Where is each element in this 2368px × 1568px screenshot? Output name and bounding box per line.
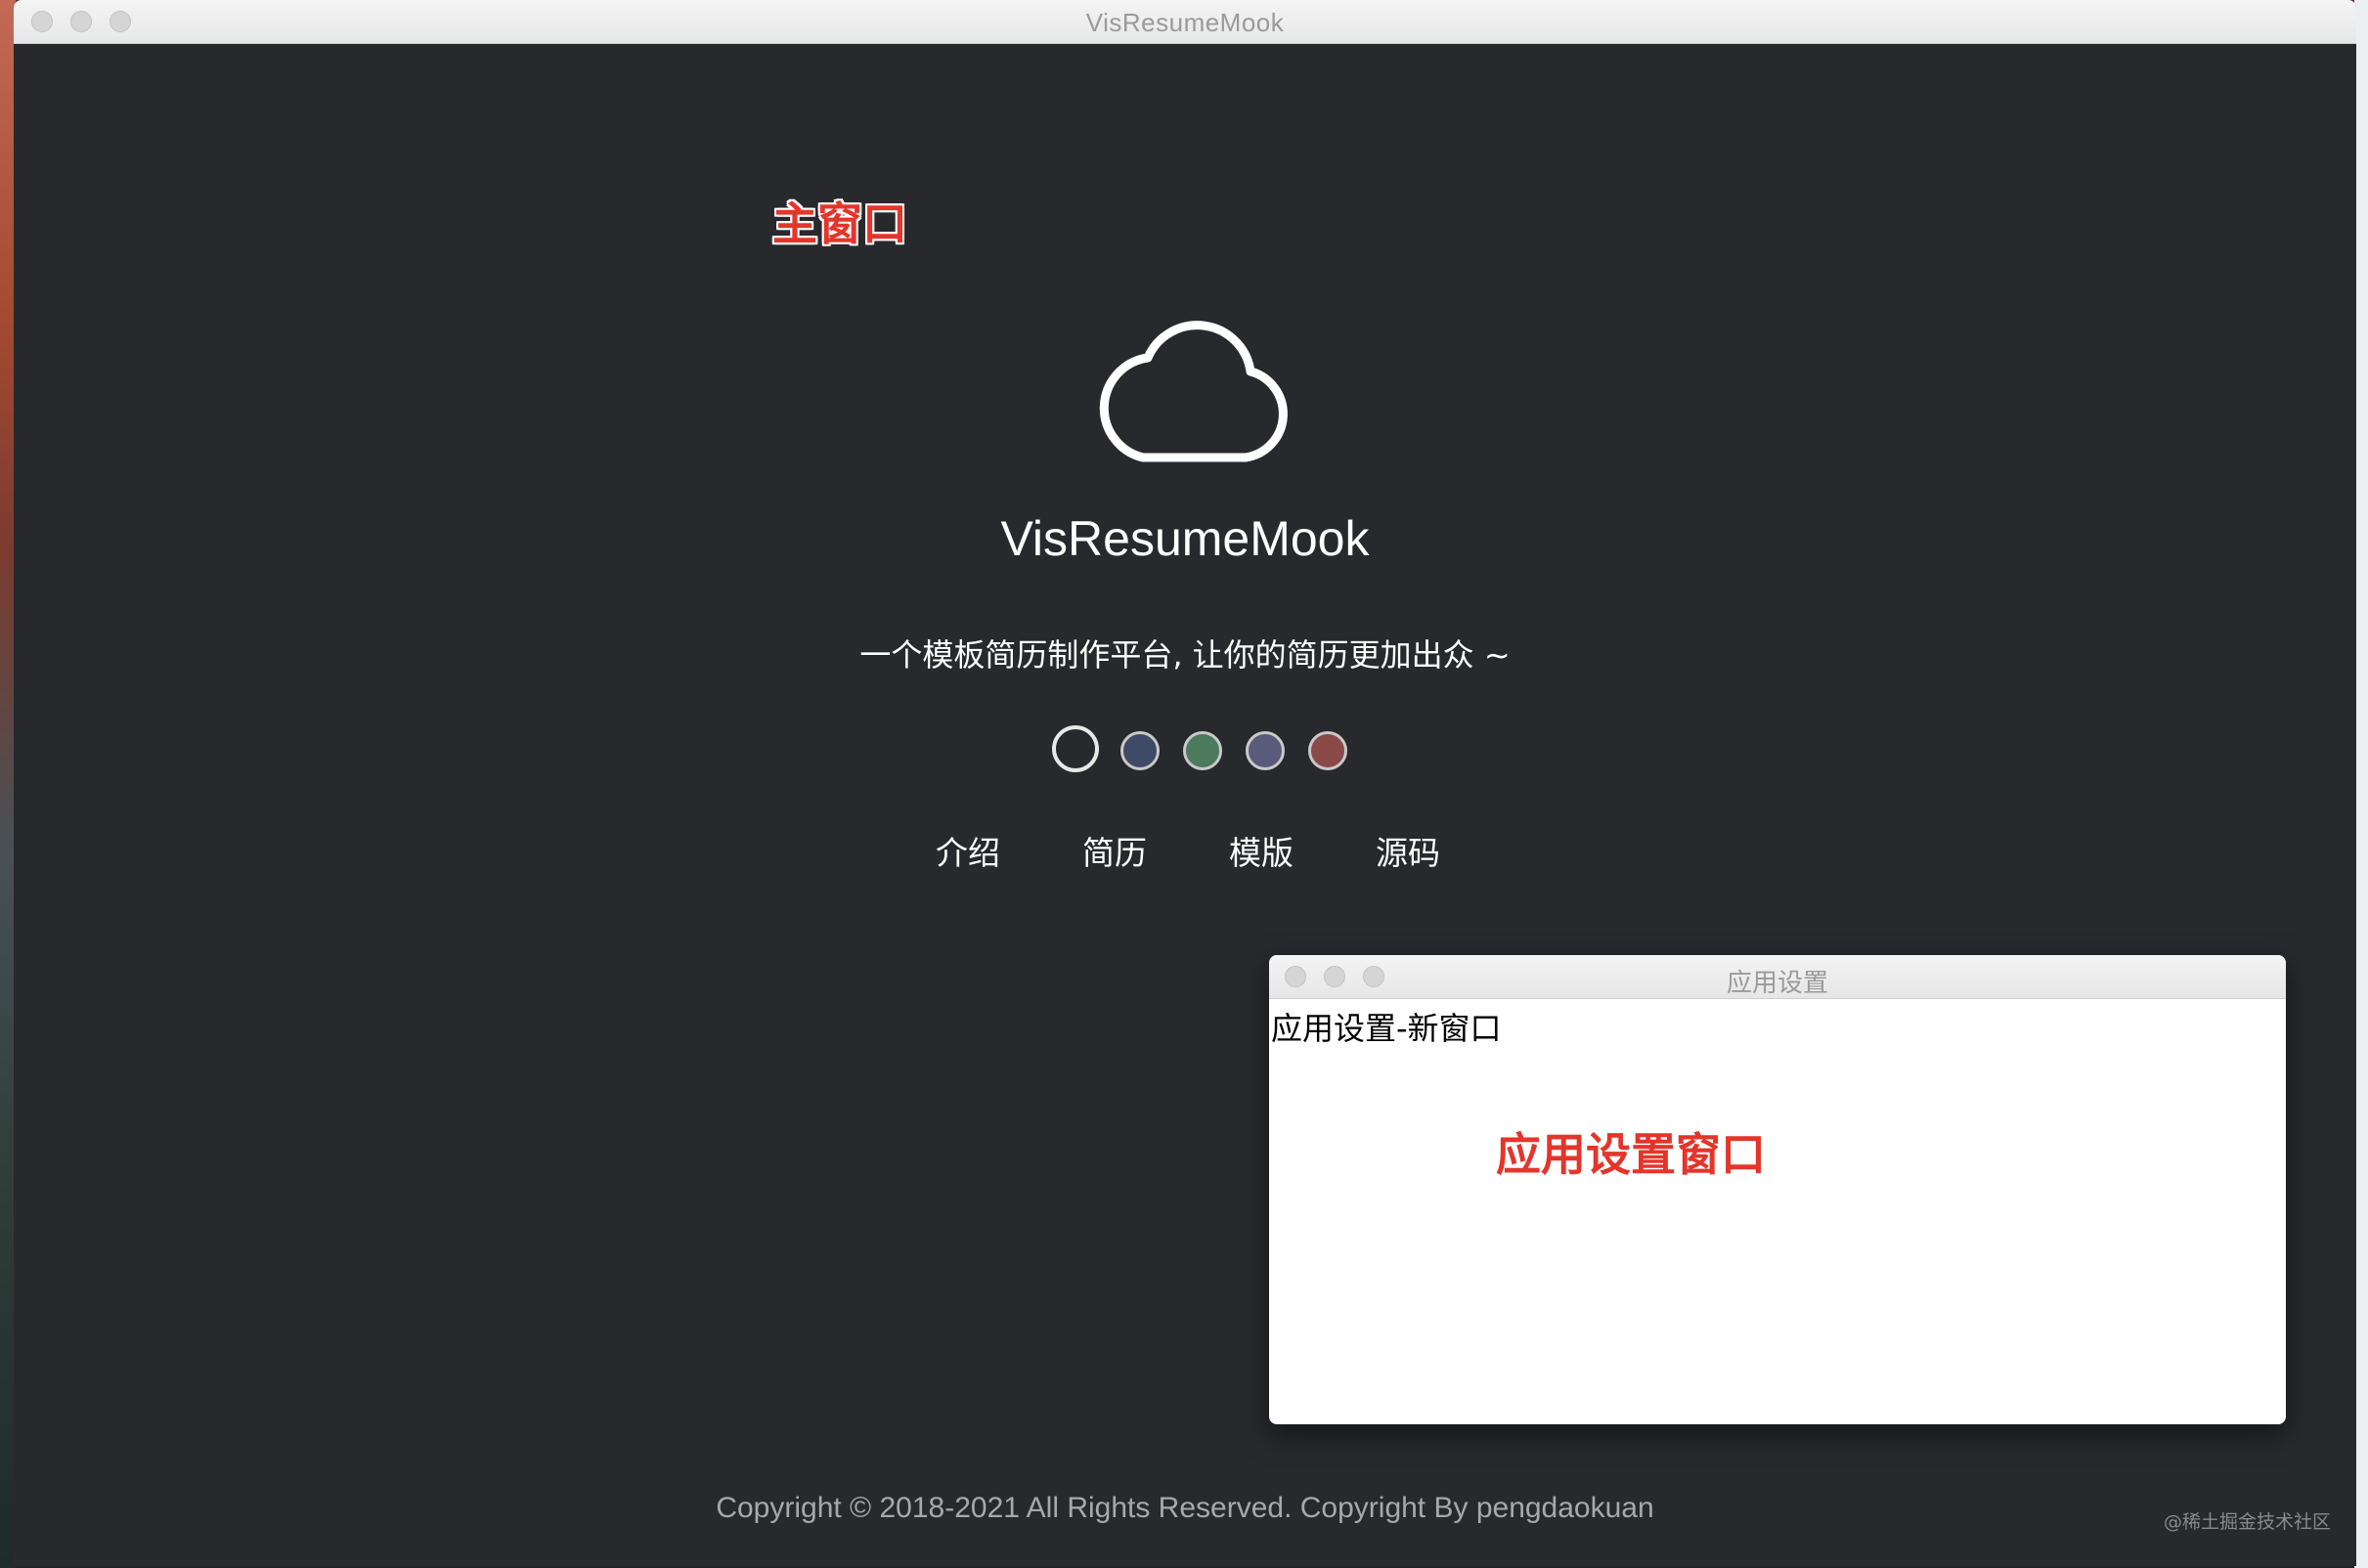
nav-source[interactable]: 源码 [1376,827,1440,874]
watermark: @稀土掘金技术社区 [2163,1511,2331,1533]
theme-swatch-purple[interactable] [1246,731,1285,770]
theme-swatches [1038,725,1351,772]
desktop-background-right [2354,0,2368,1568]
window-title: VisResumeMook [1085,8,1285,37]
theme-swatch-dark[interactable] [1052,725,1099,772]
main-window-titlebar[interactable]: VisResumeMook [14,0,2356,44]
app-name: VisResumeMook [1000,511,1370,566]
theme-swatch-blue[interactable] [1120,731,1160,770]
settings-window-titlebar[interactable]: 应用设置 [1269,955,2286,999]
settings-window-title: 应用设置 [1726,969,1828,998]
nav-intro[interactable]: 介绍 [936,827,1000,874]
main-window-annotation: 主窗口 [772,197,907,250]
nav-template[interactable]: 模版 [1229,827,1294,874]
copyright-footer: Copyright © 2018-2021 All Rights Reserve… [716,1492,1654,1524]
settings-window: 应用设置 应用设置-新窗口 应用设置窗口 [1269,955,2286,1424]
theme-swatch-red[interactable] [1308,731,1347,770]
settings-window-annotation: 应用设置窗口 [1496,1128,1766,1181]
cloud-icon [1099,321,1288,462]
tagline: 一个模板简历制作平台, 让你的简历更加出众 ~ [859,636,1511,674]
nav-resume[interactable]: 简历 [1082,827,1147,874]
settings-body-text: 应用设置-新窗口 [1271,1010,1502,1047]
theme-swatch-green[interactable] [1183,731,1222,770]
